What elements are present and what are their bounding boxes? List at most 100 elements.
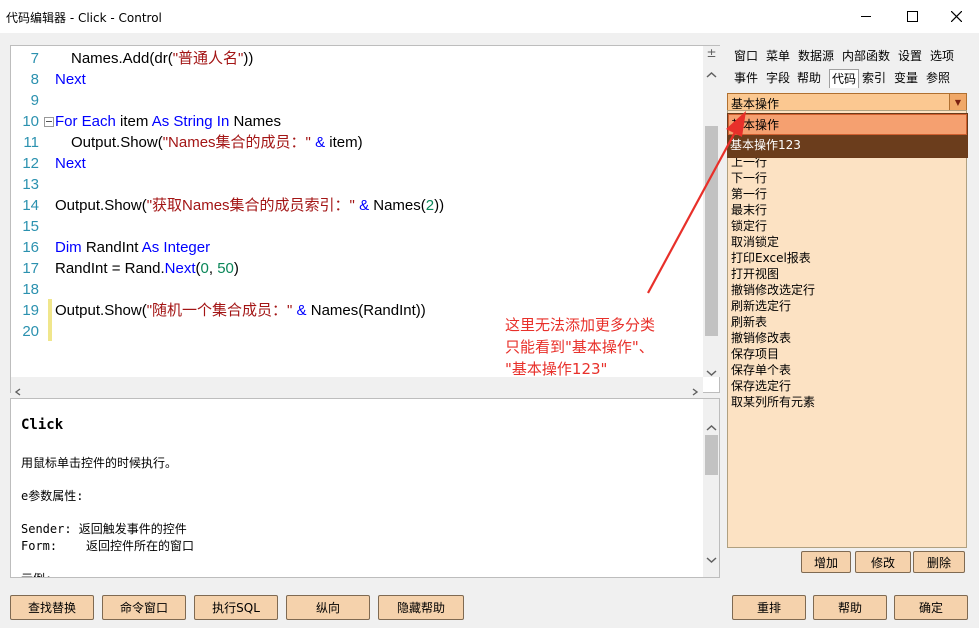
line-number: 19 xyxy=(22,302,39,319)
list-item[interactable]: 保存单个表 xyxy=(731,362,791,378)
window-title: 代码编辑器 - Click - Control xyxy=(6,11,162,25)
tab-0-tabs2[interactable]: 事件 xyxy=(734,69,758,87)
chevron-down-icon[interactable]: ▼ xyxy=(949,94,966,110)
code-line[interactable]: 13 xyxy=(11,174,701,195)
code-text: Names.Add(dr("普通人名")) xyxy=(71,50,254,67)
code-line[interactable]: 8 Next xyxy=(11,69,701,90)
add-button[interactable]: 增加 xyxy=(801,551,851,573)
line-number: 14 xyxy=(22,197,39,214)
change-marker xyxy=(48,299,52,341)
help-scroll-thumb[interactable] xyxy=(705,435,718,475)
code-text: Output.Show("随机一个集合成员：" & Names(RandInt)… xyxy=(55,302,426,319)
command-window-button[interactable]: 命令窗口 xyxy=(102,595,186,620)
help-line: Form: 返回控件所在的窗口 xyxy=(21,538,195,553)
category-combo[interactable]: 基本操作 ▼ xyxy=(727,93,967,111)
scroll-down-arrow-icon[interactable] xyxy=(705,362,718,377)
code-text: For Each item As String In Names xyxy=(55,113,281,130)
tab-3-tabs1[interactable]: 内部函数 xyxy=(842,47,890,65)
help-line: e参数属性: xyxy=(21,489,84,503)
code-text: Next xyxy=(55,155,86,172)
code-line[interactable]: 10 For Each item As String In Names xyxy=(11,111,701,132)
code-line[interactable]: 15 xyxy=(11,216,701,237)
list-item[interactable]: 取某列所有元素 xyxy=(731,394,815,410)
code-text: Output.Show("获取Names集合的成员索引：" & Names(2)… xyxy=(55,197,445,214)
code-line[interactable]: 12 Next xyxy=(11,153,701,174)
code-line[interactable]: 18 xyxy=(11,279,701,300)
line-number: 12 xyxy=(22,155,39,172)
tab-0-tabs1[interactable]: 窗口 xyxy=(734,47,758,65)
hide-help-button[interactable]: 隐藏帮助 xyxy=(378,595,464,620)
minimize-icon xyxy=(861,16,871,17)
tab-1-tabs2[interactable]: 字段 xyxy=(766,69,790,87)
split-icon[interactable]: ± xyxy=(703,46,720,60)
tab-4-tabs2[interactable]: 索引 xyxy=(862,69,886,87)
dropdown-option-basic[interactable]: 基本操作 xyxy=(728,114,967,135)
annotation-line-1: 这里无法添加更多分类 xyxy=(505,316,656,334)
code-line[interactable]: 9 xyxy=(11,90,701,111)
ok-button[interactable]: 确定 xyxy=(894,595,968,620)
fold-toggle-icon[interactable] xyxy=(44,117,54,127)
list-item[interactable]: 保存项目 xyxy=(731,346,779,362)
function-list[interactable]: 上一行 下一行 第一行 最末行 锁定行 取消锁定 打印Excel报表 打开视图 撤销修改选定行刷… xyxy=(727,110,967,573)
help-vscrollbar[interactable] xyxy=(703,399,719,577)
close-button[interactable] xyxy=(933,0,979,33)
code-line[interactable]: 11 Output.Show("Names集合的成员：" & item) xyxy=(11,132,701,153)
close-icon xyxy=(950,11,962,22)
tab-6-tabs2[interactable]: 参照 xyxy=(926,69,950,87)
help-line: 用鼠标单击控件的时候执行。 xyxy=(21,456,178,470)
maximize-button[interactable] xyxy=(889,0,935,33)
dropdown-option-basic-123[interactable]: 基本操作123 xyxy=(728,135,967,157)
annotation-arrow-icon xyxy=(647,111,746,294)
line-number: 15 xyxy=(22,218,39,235)
maximize-icon xyxy=(906,11,918,22)
tab-4-tabs1[interactable]: 设置 xyxy=(898,47,922,65)
help-scroll-up-icon[interactable] xyxy=(705,417,718,436)
code-text: RandInt = Rand.Next(0, 50) xyxy=(55,260,239,277)
edit-button[interactable]: 修改 xyxy=(855,551,911,573)
line-number: 18 xyxy=(22,281,39,298)
tab-5-tabs1[interactable]: 选项 xyxy=(930,47,954,65)
tab-3-tabs2[interactable]: 代码 xyxy=(829,69,860,88)
tab-1-tabs1[interactable]: 菜单 xyxy=(766,47,790,65)
list-item[interactable]: 保存选定行 xyxy=(731,378,791,394)
tab-5-tabs2[interactable]: 变量 xyxy=(894,69,918,87)
help-button[interactable]: 帮助 xyxy=(813,595,887,620)
code-line[interactable]: 14 Output.Show("获取Names集合的成员索引：" & Names(… xyxy=(11,195,701,216)
rearrange-button[interactable]: 重排 xyxy=(732,595,806,620)
list-item[interactable]: 刷新表 xyxy=(731,314,767,330)
code-line[interactable]: 16 Dim RandInt As Integer xyxy=(11,237,701,258)
code-text: Output.Show("Names集合的成员：" & item) xyxy=(71,134,363,151)
line-number: 17 xyxy=(22,260,39,277)
line-number: 16 xyxy=(22,239,39,256)
minimize-button[interactable] xyxy=(843,0,889,33)
delete-button[interactable]: 删除 xyxy=(913,551,965,573)
editor-hscrollbar[interactable] xyxy=(11,377,703,396)
line-number: 7 xyxy=(30,50,39,67)
code-line[interactable]: 17 RandInt = Rand.Next(0, 50) xyxy=(11,258,701,279)
tab-2-tabs1[interactable]: 数据源 xyxy=(798,47,834,65)
code-text: Next xyxy=(55,71,86,88)
code-text: Dim RandInt As Integer xyxy=(55,239,211,256)
help-title: Click xyxy=(21,417,64,433)
category-dropdown[interactable]: 基本操作 基本操作123 xyxy=(727,113,968,158)
execute-sql-button[interactable]: 执行SQL xyxy=(194,595,278,620)
list-item[interactable]: 撤销修改表 xyxy=(731,330,791,346)
help-line: Sender: 返回触发事件的控件 xyxy=(21,522,187,536)
line-number: 8 xyxy=(30,71,39,88)
help-scroll-down-icon[interactable] xyxy=(705,549,718,568)
find-replace-button[interactable]: 查找替换 xyxy=(10,595,94,620)
line-number: 10 xyxy=(22,113,39,130)
help-pane: Click 用鼠标单击控件的时候执行。 e参数属性: Sender: 返回触发事件的… xyxy=(10,398,720,578)
help-line: 示例: xyxy=(21,570,52,578)
code-line[interactable]: 7 Names.Add(dr("普通人名")) xyxy=(11,48,701,69)
tab-2-tabs2[interactable]: 帮助 xyxy=(797,69,821,87)
title-bar: 代码编辑器 - Click - Control xyxy=(0,0,979,33)
scroll-up-arrow-icon[interactable] xyxy=(705,64,718,78)
line-number: 13 xyxy=(22,176,39,193)
line-number: 11 xyxy=(23,134,39,151)
annotation-line-3: "基本操作123" xyxy=(505,360,608,378)
annotation-line-2: 只能看到"基本操作"、 xyxy=(505,338,654,356)
line-number: 9 xyxy=(30,92,39,109)
line-number: 20 xyxy=(22,323,39,340)
vertical-layout-button[interactable]: 纵向 xyxy=(286,595,370,620)
